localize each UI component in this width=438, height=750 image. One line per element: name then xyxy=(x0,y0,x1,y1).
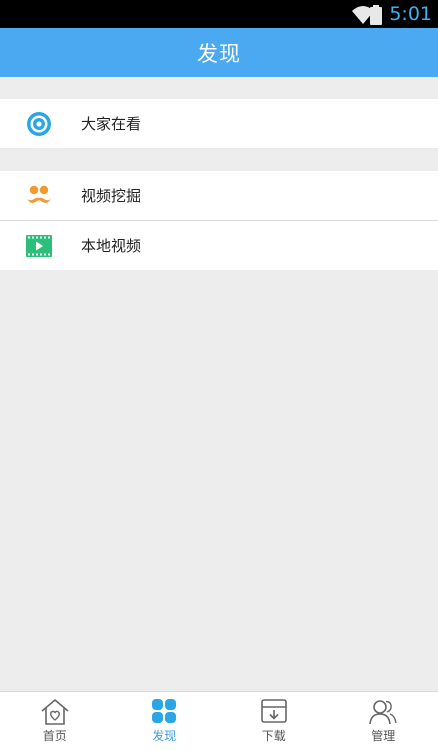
film-play-icon xyxy=(25,232,53,260)
list-item-video-discovery[interactable]: 视频挖掘 xyxy=(0,171,438,220)
tab-label: 发现 xyxy=(152,727,176,744)
list-item-label: 视频挖掘 xyxy=(81,185,141,206)
home-icon xyxy=(40,698,70,726)
tab-label: 管理 xyxy=(371,727,395,744)
status-bar: 5:01 xyxy=(0,0,438,28)
eye-icon xyxy=(25,110,53,138)
tab-label: 首页 xyxy=(43,727,67,744)
list-item-everyone-watching[interactable]: 大家在看 xyxy=(0,99,438,148)
list-group-2: 视频挖掘 本地视频 xyxy=(0,171,438,270)
mustache-icon xyxy=(25,182,53,210)
page-title: 发现 xyxy=(197,38,241,68)
title-bar: 发现 xyxy=(0,28,438,77)
bottom-tab-bar: 首页 发现 下载 xyxy=(0,691,438,750)
battery-icon xyxy=(366,4,388,26)
list-item-label: 大家在看 xyxy=(81,113,141,134)
download-icon xyxy=(259,698,289,726)
tab-discover[interactable]: 发现 xyxy=(110,692,220,750)
tab-manage[interactable]: 管理 xyxy=(329,692,438,750)
status-time: 5:01 xyxy=(389,3,432,25)
tab-label: 下载 xyxy=(262,727,286,744)
list-group-1: 大家在看 xyxy=(0,99,438,148)
list-item-label: 本地视频 xyxy=(81,235,141,256)
list-item-local-video[interactable]: 本地视频 xyxy=(0,220,438,270)
tab-home[interactable]: 首页 xyxy=(0,692,110,750)
users-icon xyxy=(368,698,398,726)
tab-download[interactable]: 下载 xyxy=(219,692,329,750)
discover-grid-icon xyxy=(149,698,179,726)
